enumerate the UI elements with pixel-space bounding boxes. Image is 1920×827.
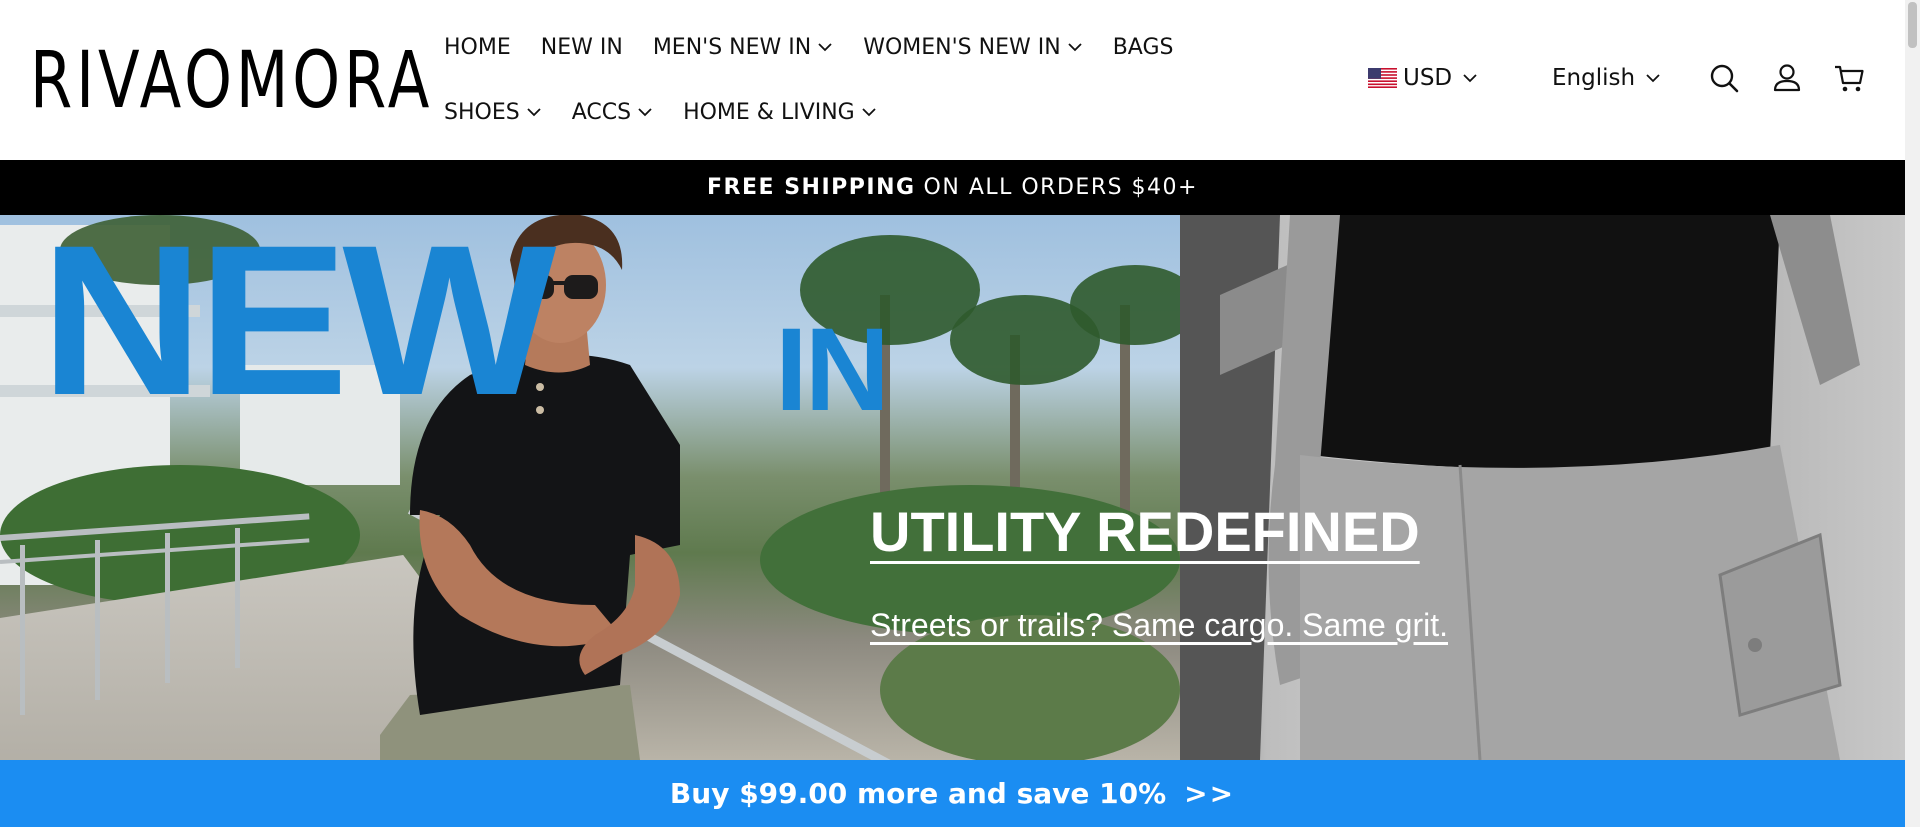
chevron-down-icon [1067, 39, 1083, 55]
nav-item-new-in[interactable]: NEW IN [541, 35, 623, 60]
currency-label: USD [1403, 65, 1453, 91]
hero-photo-right [1180, 215, 1905, 760]
nav-item-womens-new-in[interactable]: WOMEN'S NEW IN [863, 35, 1082, 60]
page-scrollbar[interactable] [1905, 0, 1920, 827]
chevron-down-icon [1462, 70, 1478, 86]
chevron-down-icon [637, 104, 653, 120]
language-label: English [1552, 65, 1636, 91]
hero-headline-link[interactable]: UTILITY REDEFINED [870, 500, 1420, 564]
nav-item-home-living[interactable]: HOME & LIVING [683, 100, 877, 125]
search-icon[interactable] [1708, 62, 1740, 94]
hero-subline-link[interactable]: Streets or trails? Same cargo. Same grit… [870, 605, 1448, 645]
cargo-pants-photo [1180, 215, 1860, 760]
free-gift-promo-bar[interactable]: Buy $99.00 more and save 10% >> [0, 760, 1905, 827]
language-selector[interactable]: English [1552, 62, 1661, 94]
main-nav-row-2: SHOES ACCS HOME & LIVING [444, 95, 877, 129]
chevron-down-icon [1645, 70, 1661, 86]
main-nav-row-1: HOME NEW IN MEN'S NEW IN WOMEN'S NEW IN … [444, 30, 1173, 64]
nav-item-home[interactable]: HOME [444, 35, 511, 60]
free-shipping-bar: FREE SHIPPING ON ALL ORDERS $40+ [0, 160, 1905, 215]
double-arrow-icon: >> [1184, 777, 1236, 810]
hero-new-text: NEW [40, 215, 557, 440]
hero-in-text: IN [775, 304, 890, 436]
currency-selector[interactable]: USD [1368, 62, 1478, 94]
us-flag-icon [1368, 68, 1397, 88]
brand-logo[interactable]: RIVAOMORA [30, 38, 433, 124]
nav-item-mens-new-in[interactable]: MEN'S NEW IN [653, 35, 833, 60]
shipping-rest-text: ON ALL ORDERS $40+ [923, 175, 1198, 200]
site-header: RIVAOMORA HOME NEW IN MEN'S NEW IN WOMEN… [0, 0, 1905, 160]
scrollbar-thumb[interactable] [1908, 2, 1917, 48]
chevron-down-icon [817, 39, 833, 55]
cart-icon[interactable] [1833, 62, 1865, 94]
shipping-bold-text: FREE SHIPPING [707, 175, 916, 200]
chevron-down-icon [526, 104, 542, 120]
nav-item-accs[interactable]: ACCS [572, 100, 653, 125]
nav-item-shoes[interactable]: SHOES [444, 100, 542, 125]
promo-text: Buy $99.00 more and save 10% [669, 777, 1167, 810]
nav-item-bags[interactable]: BAGS [1113, 35, 1174, 60]
account-icon[interactable] [1771, 62, 1803, 94]
chevron-down-icon [861, 104, 877, 120]
hero-banner[interactable]: NEW IN UTILITY REDEFINED Streets or trai… [0, 215, 1905, 760]
